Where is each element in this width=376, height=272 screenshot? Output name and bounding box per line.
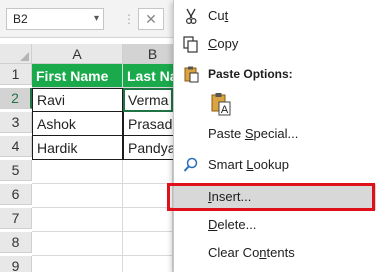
paste-values-icon[interactable]: A bbox=[210, 91, 232, 117]
cell-b5[interactable] bbox=[123, 160, 173, 184]
menu-item-cut[interactable]: Cut bbox=[174, 3, 376, 29]
menu-item-delete[interactable]: Delete... bbox=[174, 212, 376, 238]
row-header-3[interactable]: 3 bbox=[0, 112, 32, 133]
copy-icon bbox=[182, 35, 200, 53]
search-icon bbox=[182, 156, 200, 174]
menu-item-insert[interactable]: Insert... bbox=[174, 184, 376, 210]
column-header-a[interactable]: A bbox=[32, 44, 123, 64]
row-header-2[interactable]: 2 bbox=[0, 88, 32, 109]
select-all-corner[interactable] bbox=[0, 44, 32, 64]
cell-a2[interactable]: Ravi bbox=[32, 88, 123, 112]
cell-a5[interactable] bbox=[32, 160, 123, 184]
cell-b7[interactable] bbox=[123, 208, 173, 232]
menu-item-smart-lookup[interactable]: Smart Lookup bbox=[174, 152, 376, 178]
name-box[interactable]: B2 ▾ bbox=[6, 8, 104, 30]
row-header-1[interactable]: 1 bbox=[0, 64, 32, 85]
menu-item-copy[interactable]: Copy bbox=[174, 31, 376, 57]
clipboard-icon bbox=[182, 65, 200, 83]
cell-a7[interactable] bbox=[32, 208, 123, 232]
row-header-4[interactable]: 4 bbox=[0, 136, 32, 157]
cancel-icon[interactable]: ✕ bbox=[138, 8, 164, 30]
row-header-6[interactable]: 6 bbox=[0, 184, 32, 205]
menu-item-paste-special[interactable]: Paste Special... bbox=[174, 121, 376, 147]
cell-a8[interactable] bbox=[32, 232, 123, 256]
cell-b6[interactable] bbox=[123, 184, 173, 208]
row-header-5[interactable]: 5 bbox=[0, 160, 32, 181]
row-header-9[interactable]: 9 bbox=[0, 256, 32, 272]
name-box-value: B2 bbox=[13, 12, 28, 26]
scissors-icon bbox=[182, 7, 200, 25]
menu-section-paste-options: Paste Options: bbox=[174, 61, 376, 87]
row-header-8[interactable]: 8 bbox=[0, 232, 32, 253]
cell-a3[interactable]: Ashok bbox=[32, 112, 123, 136]
cell-a6[interactable] bbox=[32, 184, 123, 208]
cell-a4[interactable]: Hardik bbox=[32, 136, 123, 160]
toolbar-separator: ⋮ bbox=[123, 12, 135, 26]
row-header-7[interactable]: 7 bbox=[0, 208, 32, 229]
cell-b8[interactable] bbox=[123, 232, 173, 256]
svg-text:A: A bbox=[221, 104, 229, 116]
cell-a9[interactable] bbox=[32, 256, 123, 272]
menu-item-clear-contents[interactable]: Clear Contents bbox=[174, 240, 376, 266]
cell-a1[interactable]: First Name bbox=[32, 64, 123, 88]
cell-b9[interactable] bbox=[123, 256, 173, 272]
context-menu: Cut Copy Paste Options: Paste Special...… bbox=[173, 0, 376, 272]
chevron-down-icon[interactable]: ▾ bbox=[94, 9, 99, 29]
